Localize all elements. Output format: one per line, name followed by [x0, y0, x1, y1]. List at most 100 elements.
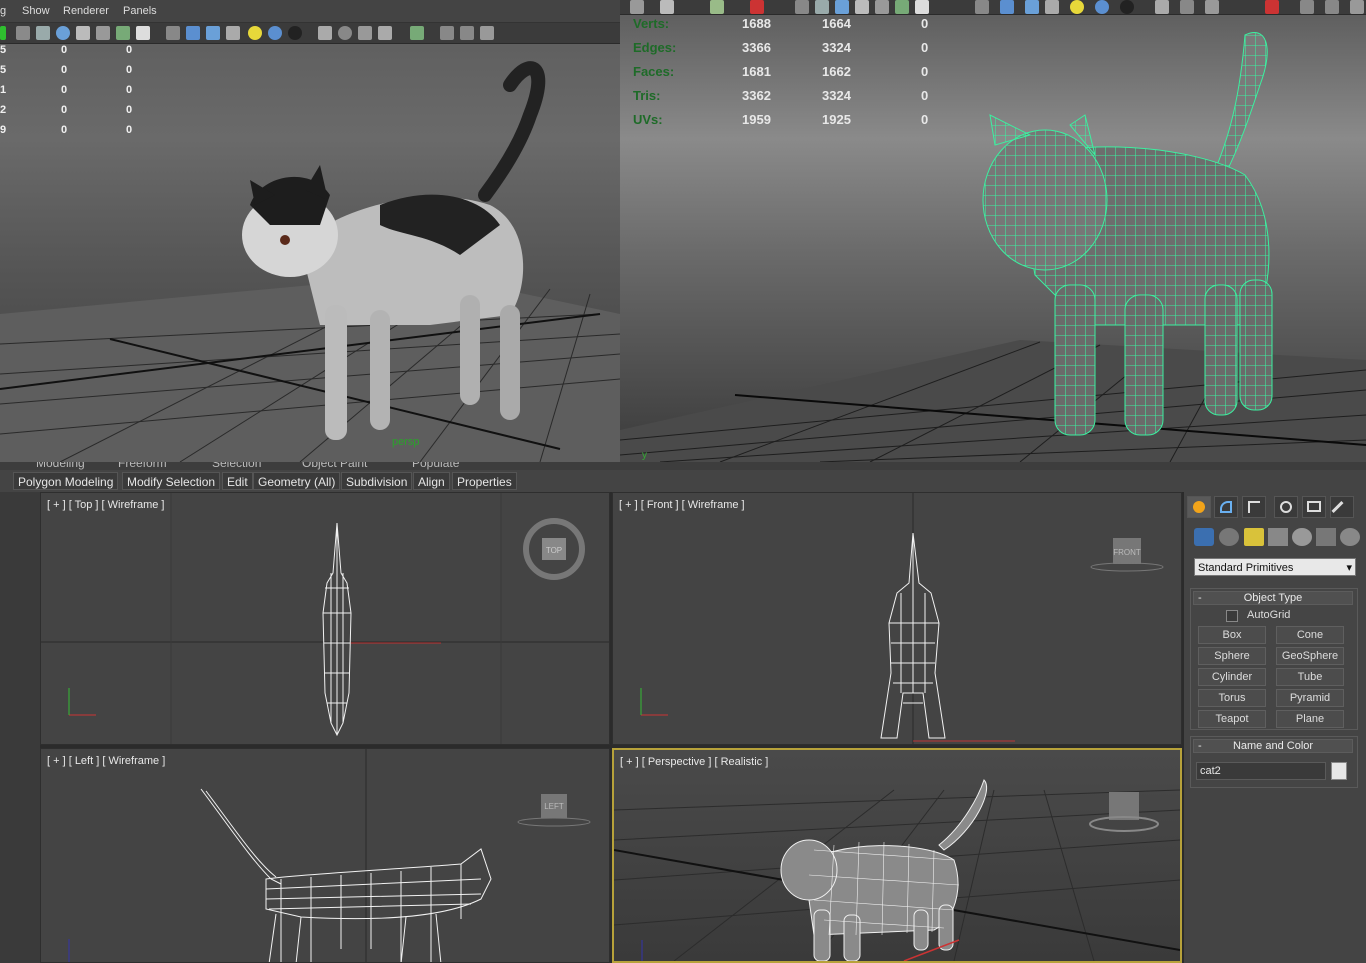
cube-icon[interactable]: [975, 0, 989, 14]
viewport-left[interactable]: [ + ] [ Left ] [ Wireframe ] LEFT: [40, 748, 610, 963]
wireframe-icon[interactable]: [16, 26, 30, 40]
tab-populate[interactable]: Populate: [412, 462, 459, 470]
maya-viewport-right[interactable]: Verts: 1688 1664 0 Edges: 3366 3324 0 Fa…: [620, 0, 1366, 462]
ao-icon[interactable]: [1180, 0, 1194, 14]
cube-icon[interactable]: [166, 26, 180, 40]
select-icon[interactable]: [710, 0, 724, 14]
sphere-icon[interactable]: [268, 26, 282, 40]
textured-icon[interactable]: [76, 26, 90, 40]
text-icon[interactable]: [136, 26, 150, 40]
textured-icon[interactable]: [855, 0, 869, 14]
cube-smooth-icon[interactable]: [1025, 0, 1039, 14]
tab-modeling[interactable]: Modeling: [36, 462, 85, 470]
cube-shaded-icon[interactable]: [1000, 0, 1014, 14]
grid-icon[interactable]: [895, 0, 909, 14]
object-color-swatch[interactable]: [1331, 762, 1347, 780]
cone-button[interactable]: Cone: [1276, 626, 1344, 644]
bookmark-icon[interactable]: [660, 0, 674, 14]
tube-button[interactable]: Tube: [1276, 668, 1344, 686]
checker-icon[interactable]: [1045, 0, 1059, 14]
motion-blur-icon[interactable]: [358, 26, 372, 40]
aa-icon[interactable]: [378, 26, 392, 40]
tab-create[interactable]: [1187, 496, 1211, 518]
ribbon-align[interactable]: Align: [413, 472, 450, 490]
menu-item-renderer[interactable]: Renderer: [63, 5, 109, 17]
pyramid-button[interactable]: Pyramid: [1276, 689, 1344, 707]
camera-icon[interactable]: [1155, 0, 1169, 14]
lights-icon[interactable]: [1244, 528, 1264, 546]
frame-icon[interactable]: [460, 26, 474, 40]
tool-icon[interactable]: [630, 0, 644, 14]
teapot-button[interactable]: Teapot: [1198, 710, 1266, 728]
rollout-header-object-type[interactable]: - Object Type: [1193, 591, 1353, 605]
share-icon[interactable]: [480, 26, 494, 40]
shadow-icon[interactable]: [1120, 0, 1134, 14]
ao-icon[interactable]: [338, 26, 352, 40]
plane-button[interactable]: Plane: [1276, 710, 1344, 728]
shaded-icon[interactable]: [56, 26, 70, 40]
sphere-button[interactable]: Sphere: [1198, 647, 1266, 665]
cylinder-button[interactable]: Cylinder: [1198, 668, 1266, 686]
grid-icon[interactable]: [116, 26, 130, 40]
tab-motion[interactable]: [1274, 496, 1298, 518]
xray-icon[interactable]: [875, 0, 889, 14]
cube-smooth-icon[interactable]: [206, 26, 220, 40]
geosphere-button[interactable]: GeoSphere: [1276, 647, 1344, 665]
checker-icon[interactable]: [226, 26, 240, 40]
cube-outline-icon[interactable]: [440, 26, 454, 40]
geometry-icon[interactable]: [1194, 528, 1214, 546]
film-gate-icon[interactable]: [815, 0, 829, 14]
rollout-header-name-color[interactable]: - Name and Color: [1193, 739, 1353, 753]
viewport-perspective[interactable]: [ + ] [ Perspective ] [ Realistic ]: [612, 748, 1182, 963]
tab-freeform[interactable]: Freeform: [118, 462, 167, 470]
category-dropdown[interactable]: Standard Primitives ▾: [1194, 558, 1356, 576]
ribbon-polygon-modeling[interactable]: Polygon Modeling: [13, 472, 119, 490]
tab-display[interactable]: [1302, 496, 1326, 518]
film-gate-icon[interactable]: [36, 26, 50, 40]
object-name-field[interactable]: cat2: [1196, 762, 1326, 780]
isolate-icon[interactable]: [1265, 0, 1279, 14]
cube-outline-icon[interactable]: [1300, 0, 1314, 14]
motion-blur-icon[interactable]: [1205, 0, 1219, 14]
xray-icon[interactable]: [96, 26, 110, 40]
frame-icon[interactable]: [1325, 0, 1339, 14]
torus-button[interactable]: Torus: [1198, 689, 1266, 707]
helpers-icon[interactable]: [1292, 528, 1312, 546]
ribbon-subdivision[interactable]: Subdivision: [341, 472, 413, 490]
tab-utilities[interactable]: [1330, 496, 1354, 518]
viewport-top[interactable]: [ + ] [ Top ] [ Wireframe ] TOP: [40, 492, 610, 745]
ribbon-properties[interactable]: Properties: [452, 472, 517, 490]
tab-hierarchy[interactable]: [1242, 496, 1266, 518]
share-icon[interactable]: [1350, 0, 1364, 14]
systems-icon[interactable]: [1340, 528, 1360, 546]
ribbon-edit[interactable]: Edit: [222, 472, 253, 490]
light-icon[interactable]: [248, 26, 262, 40]
menu-item-show[interactable]: Show: [22, 5, 50, 17]
wireframe-icon[interactable]: [795, 0, 809, 14]
shaded-icon[interactable]: [835, 0, 849, 14]
autogrid-checkbox[interactable]: [1226, 610, 1238, 622]
ribbon-modify-selection[interactable]: Modify Selection: [122, 472, 221, 490]
shadow-icon[interactable]: [288, 26, 302, 40]
sphere-icon[interactable]: [1095, 0, 1109, 14]
light-icon[interactable]: [1070, 0, 1084, 14]
tab-object-paint[interactable]: Object Paint: [302, 462, 367, 470]
menu-item-lighting[interactable]: g: [0, 5, 6, 17]
tab-selection[interactable]: Selection: [212, 462, 261, 470]
text-icon[interactable]: [915, 0, 929, 14]
viewport-front[interactable]: [ + ] [ Front ] [ Wireframe ] FRONT: [612, 492, 1182, 745]
spacewarps-icon[interactable]: [1316, 528, 1336, 546]
box-button[interactable]: Box: [1198, 626, 1266, 644]
stat-value: 3324: [822, 40, 851, 55]
stat-label-tris: Tris:: [633, 88, 661, 103]
ribbon-geometry-all[interactable]: Geometry (All): [253, 472, 341, 490]
snap-icon[interactable]: [750, 0, 764, 14]
shapes-icon[interactable]: [1219, 528, 1239, 546]
isolate-icon[interactable]: [410, 26, 424, 40]
tab-modify[interactable]: [1214, 496, 1238, 518]
menu-item-panels[interactable]: Panels: [123, 5, 157, 17]
cube-shaded-icon[interactable]: [186, 26, 200, 40]
camera-icon[interactable]: [318, 26, 332, 40]
maya-viewport-left[interactable]: g Show Renderer Panels 5 0 0 5 0 0 1 0 0…: [0, 0, 620, 462]
cameras-icon[interactable]: [1268, 528, 1288, 546]
